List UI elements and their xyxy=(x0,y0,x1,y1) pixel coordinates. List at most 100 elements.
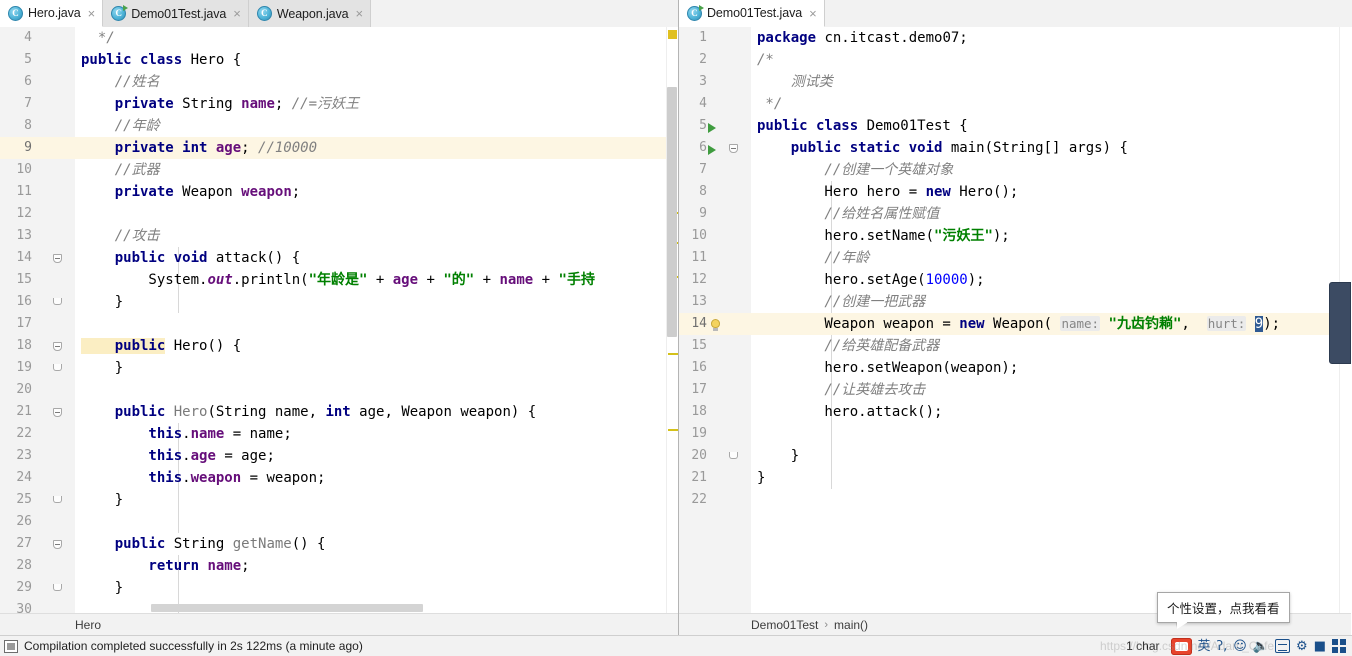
ime-mode-label[interactable]: 英 xyxy=(1198,640,1211,653)
line-number[interactable]: 16 xyxy=(679,357,751,379)
line-number[interactable]: 19 xyxy=(679,423,751,445)
error-stripe-left[interactable] xyxy=(666,27,678,613)
hscroll-thumb[interactable] xyxy=(151,604,423,612)
line-number[interactable]: 19 xyxy=(0,357,75,379)
line-number[interactable]: 23 xyxy=(0,445,75,467)
line-number[interactable]: 12 xyxy=(0,203,75,225)
code-line[interactable]: //年龄 xyxy=(75,115,666,137)
toolbox-icon[interactable]: ⚙ xyxy=(1296,640,1308,653)
code-line[interactable]: } xyxy=(751,467,1339,489)
code-area-right[interactable]: 1 2 3 4 5 6 7 8 9 10 11 12 13 14 15 16 17 18 19 20 21 22 pack… xyxy=(679,27,1351,613)
fold-open-icon[interactable] xyxy=(51,339,65,353)
code-line[interactable]: hero.setWeapon(weapon); xyxy=(751,357,1339,379)
editor-tab-hero-java[interactable]: C Hero.java × xyxy=(0,0,104,27)
stripe-marker[interactable] xyxy=(668,429,678,431)
line-number[interactable]: 11 xyxy=(0,181,75,203)
line-number[interactable]: 13 xyxy=(679,291,751,313)
microphone-icon[interactable]: 🔈 xyxy=(1253,640,1269,653)
close-icon[interactable]: × xyxy=(809,7,817,20)
ime-emoji-icon[interactable]: ☺ xyxy=(1233,640,1247,653)
editor-tab-demo01test-java[interactable]: C Demo01Test.java × xyxy=(103,0,249,27)
horizontal-scrollbar-left[interactable] xyxy=(75,603,666,613)
code-line[interactable]: //给姓名属性赋值 xyxy=(751,203,1339,225)
gutter-right[interactable]: 1 2 3 4 5 6 7 8 9 10 11 12 13 14 15 16 17 18 19 20 21 22 xyxy=(679,27,751,613)
close-icon[interactable]: × xyxy=(88,7,96,20)
code-line[interactable]: //年龄 xyxy=(751,247,1339,269)
breadcrumb-item-method[interactable]: main() xyxy=(834,618,868,632)
line-number[interactable]: 4 xyxy=(679,93,751,115)
code-line[interactable]: package cn.itcast.demo07; xyxy=(751,27,1339,49)
line-number[interactable]: 1 xyxy=(679,27,751,49)
gutter-left[interactable]: 4 5 6 7 8 9 10 11 12 13 14 15 16 17 18 19 20 21 22 23 24 25 26… xyxy=(0,27,75,613)
code-line[interactable]: } xyxy=(75,291,666,313)
code-line[interactable]: public class Hero { xyxy=(75,49,666,71)
code-line[interactable]: } xyxy=(75,357,666,379)
code-line[interactable]: //创建一把武器 xyxy=(751,291,1339,313)
line-number[interactable]: 6 xyxy=(0,71,75,93)
line-number[interactable]: 29 xyxy=(0,577,75,599)
code-line[interactable] xyxy=(75,313,666,335)
line-number[interactable]: 10 xyxy=(679,225,751,247)
code-line[interactable]: //创建一个英雄对象 xyxy=(751,159,1339,181)
code-line[interactable]: public String getName() { xyxy=(75,533,666,555)
code-line[interactable]: hero.setName("污妖王"); xyxy=(751,225,1339,247)
build-status[interactable]: Compilation completed successfully in 2s… xyxy=(4,639,363,653)
code-line[interactable]: */ xyxy=(75,27,666,49)
line-number[interactable]: 8 xyxy=(679,181,751,203)
line-number[interactable]: 9 xyxy=(0,137,75,159)
line-number[interactable]: 17 xyxy=(679,379,751,401)
code-column-right[interactable]: package cn.itcast.demo07; /* 测试类 */ public… xyxy=(751,27,1339,613)
fold-open-icon[interactable] xyxy=(51,537,65,551)
ime-toolbar[interactable]: 英 ʔ, ☺ 🔈 ⚙ ■ xyxy=(1170,637,1346,655)
fold-close-icon[interactable] xyxy=(51,581,65,595)
code-line[interactable]: public static void main(String[] args) { xyxy=(751,137,1339,159)
code-line[interactable]: this.weapon = weapon; xyxy=(75,467,666,489)
line-number[interactable]: 5 xyxy=(679,115,751,137)
line-number[interactable]: 21 xyxy=(679,467,751,489)
code-line[interactable] xyxy=(751,489,1339,511)
code-line[interactable]: Hero hero = new Hero(); xyxy=(751,181,1339,203)
line-number[interactable]: 13 xyxy=(0,225,75,247)
code-line[interactable]: this.name = name; xyxy=(75,423,666,445)
code-line[interactable]: public Hero() { xyxy=(75,335,666,357)
code-line[interactable] xyxy=(75,511,666,533)
line-number[interactable]: 7 xyxy=(679,159,751,181)
code-line[interactable]: */ xyxy=(751,93,1339,115)
code-line[interactable]: 测试类 xyxy=(751,71,1339,93)
keyboard-icon[interactable] xyxy=(1275,639,1291,653)
code-line[interactable]: //让英雄去攻击 xyxy=(751,379,1339,401)
run-gutter-icon[interactable] xyxy=(707,141,721,155)
code-line[interactable]: private String name; //=污妖王 xyxy=(75,93,666,115)
code-line[interactable]: } xyxy=(751,445,1339,467)
close-icon[interactable]: × xyxy=(356,7,364,20)
code-line[interactable]: //给英雄配备武器 xyxy=(751,335,1339,357)
line-number[interactable]: 5 xyxy=(0,49,75,71)
line-number[interactable]: 25 xyxy=(0,489,75,511)
line-number[interactable]: 2 xyxy=(679,49,751,71)
code-area-left[interactable]: 4 5 6 7 8 9 10 11 12 13 14 15 16 17 18 19 20 21 22 23 24 25 26… xyxy=(0,27,678,613)
vertical-scrollbar-left[interactable] xyxy=(666,87,678,337)
apps-grid-icon[interactable] xyxy=(1332,639,1346,653)
run-gutter-icon[interactable] xyxy=(707,119,721,133)
intention-bulb-icon[interactable] xyxy=(709,317,723,331)
line-number[interactable]: 4 xyxy=(0,27,75,49)
documentation-popup-sliver[interactable] xyxy=(1329,282,1351,364)
code-line[interactable]: hero.attack(); xyxy=(751,401,1339,423)
code-line[interactable]: /* xyxy=(751,49,1339,71)
line-number[interactable]: 17 xyxy=(0,313,75,335)
code-line[interactable]: public void attack() { xyxy=(75,247,666,269)
line-number[interactable]: 22 xyxy=(679,489,751,511)
line-number[interactable]: 10 xyxy=(0,159,75,181)
code-line[interactable] xyxy=(75,203,666,225)
line-number[interactable]: 20 xyxy=(679,445,751,467)
editor-tab-weapon-java[interactable]: C Weapon.java × xyxy=(248,0,372,27)
code-column-left[interactable]: */ public class Hero { //姓名 private Strin… xyxy=(75,27,666,613)
line-number[interactable]: 14 xyxy=(679,313,751,335)
line-number[interactable]: 9 xyxy=(679,203,751,225)
fold-close-icon[interactable] xyxy=(51,295,65,309)
personalization-tooltip[interactable]: 个性设置，点我看看 xyxy=(1157,592,1290,629)
code-line[interactable]: System.out.println("年龄是" + age + "的" + n… xyxy=(75,269,666,291)
code-line[interactable]: //武器 xyxy=(75,159,666,181)
editor-tab-demo01test-java[interactable]: C Demo01Test.java × xyxy=(679,0,825,27)
breadcrumb-item[interactable]: Hero xyxy=(75,618,101,632)
